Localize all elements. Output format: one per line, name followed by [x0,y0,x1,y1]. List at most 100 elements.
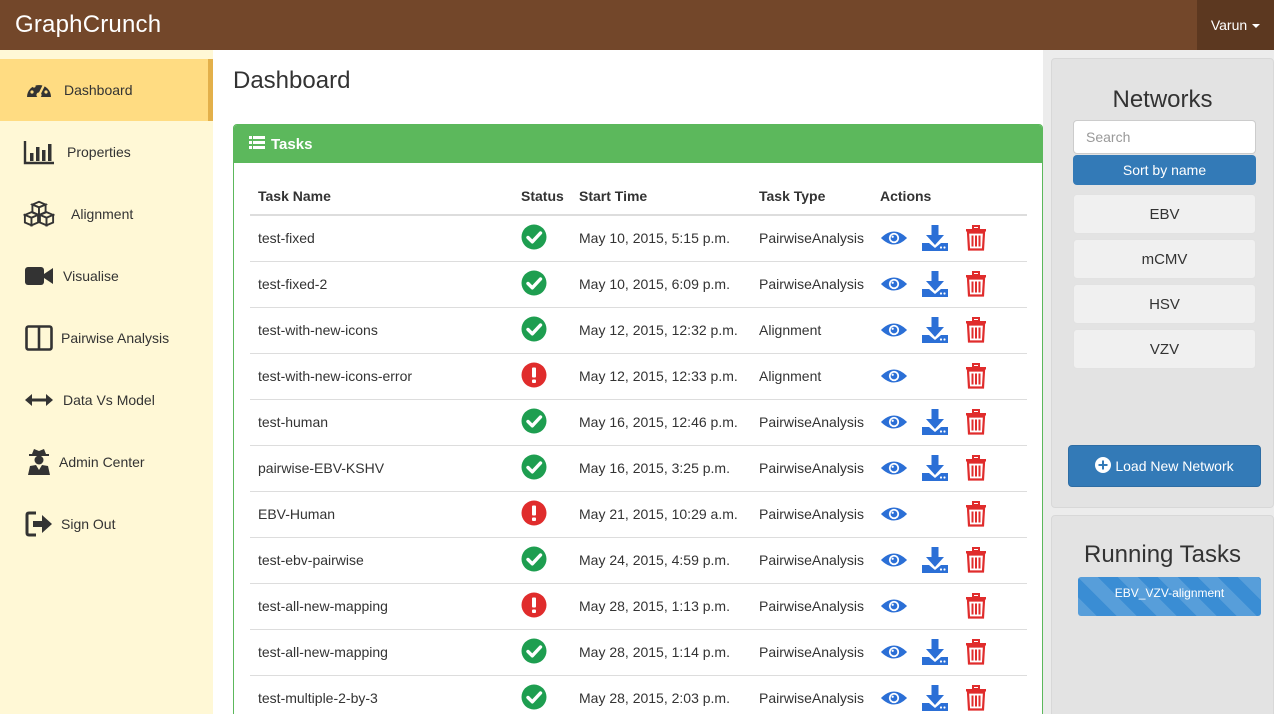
sidebar-item-data-vs-model[interactable]: Data Vs Model [0,369,213,431]
download-icon[interactable] [921,224,949,252]
column-header: Actions [872,177,1027,216]
task-status [513,445,571,492]
view-eye-icon[interactable] [880,546,908,574]
view-eye-icon[interactable] [880,316,908,344]
download-icon[interactable] [921,454,949,482]
sidebar-item-properties[interactable]: Properties [0,121,213,183]
task-type: PairwiseAnalysis [751,675,872,714]
list-icon [249,135,265,153]
sidebar-item-admin-center[interactable]: Admin Center [0,431,213,493]
task-start-time: May 10, 2015, 6:09 p.m. [571,261,751,308]
task-type: PairwiseAnalysis [751,445,872,492]
network-item[interactable]: EBV [1073,194,1256,234]
network-item[interactable]: mCMV [1073,239,1256,279]
column-header[interactable]: Status [513,177,571,216]
network-item[interactable]: VZV [1073,329,1256,369]
table-row: test-fixed-2 May 10, 2015, 6:09 p.m. Pairw… [250,261,1027,308]
sidebar-item-alignment[interactable]: Alignment [0,183,213,245]
plus-circle-icon [1095,456,1112,476]
view-eye-icon[interactable] [880,638,908,666]
download-icon[interactable] [921,638,949,666]
view-eye-icon[interactable] [880,224,908,252]
sidebar-item-label: Visualise [63,268,119,284]
download-icon[interactable] [921,408,949,436]
sidebar-item-label: Pairwise Analysis [61,330,170,346]
task-type: Alignment [751,353,872,400]
column-header[interactable]: Task Type [751,177,872,216]
table-header-row: Task Name Status Start Time Task Type Ac… [250,177,1027,216]
exclamation-circle-icon [521,362,547,388]
column-header[interactable]: Start Time [571,177,751,216]
delete-trash-icon[interactable] [962,316,990,344]
sidebar-item-pairwise-analysis[interactable]: Pairwise Analysis [0,307,213,369]
network-item[interactable]: HSV [1073,284,1256,324]
task-start-time: May 12, 2015, 12:33 p.m. [571,353,751,400]
task-name: test-with-new-icons [250,307,513,354]
exclamation-circle-icon [521,592,547,618]
delete-trash-icon[interactable] [962,684,990,712]
task-start-time: May 16, 2015, 12:46 p.m. [571,399,751,446]
column-header[interactable]: Task Name [250,177,513,216]
panel-title: Tasks [271,135,313,153]
view-eye-icon[interactable] [880,500,908,528]
sidebar: Dashboard Properties Alignment Visualise… [0,50,213,714]
arrows-horizontal-icon [23,384,55,416]
view-eye-icon[interactable] [880,684,908,712]
view-eye-icon[interactable] [880,362,908,390]
task-type: PairwiseAnalysis [751,215,872,262]
sidebar-item-label: Properties [67,144,131,160]
task-status [513,583,571,630]
task-type: PairwiseAnalysis [751,629,872,676]
brand-logo[interactable]: GraphCrunch [15,11,161,39]
sidebar-item-visualise[interactable]: Visualise [0,245,213,307]
delete-trash-icon[interactable] [962,546,990,574]
video-camera-icon [23,260,55,292]
check-circle-icon [521,454,547,480]
view-eye-icon[interactable] [880,270,908,298]
user-menu[interactable]: Varun [1197,0,1274,50]
sidebar-item-dashboard[interactable]: Dashboard [0,59,213,121]
columns-icon [23,322,55,354]
delete-trash-icon[interactable] [962,224,990,252]
check-circle-icon [521,224,547,250]
task-status [513,261,571,308]
task-name: test-all-new-mapping [250,629,513,676]
task-actions [872,445,1027,492]
running-task-label: EBV_VZV-alignment [1114,586,1225,600]
task-status [513,491,571,538]
task-actions [872,353,1027,400]
download-icon[interactable] [921,546,949,574]
delete-trash-icon[interactable] [962,362,990,390]
sidebar-item-sign-out[interactable]: Sign Out [0,493,213,555]
task-actions [872,261,1027,308]
task-status [513,353,571,400]
delete-trash-icon[interactable] [962,270,990,298]
sort-by-name-button[interactable]: Sort by name [1073,155,1256,185]
table-row: test-multiple-2-by-3 May 28, 2015, 2:03 p… [250,675,1027,714]
delete-trash-icon[interactable] [962,408,990,436]
view-eye-icon[interactable] [880,592,908,620]
load-new-network-button[interactable]: Load New Network [1068,445,1261,487]
sidebar-item-label: Sign Out [61,516,116,532]
delete-trash-icon[interactable] [962,500,990,528]
download-icon[interactable] [921,316,949,344]
delete-trash-icon[interactable] [962,592,990,620]
view-eye-icon[interactable] [880,454,908,482]
download-icon[interactable] [921,270,949,298]
check-circle-icon [521,270,547,296]
task-actions [872,537,1027,584]
table-row: test-with-new-icons May 12, 2015, 12:32 p… [250,307,1027,354]
task-name: test-all-new-mapping [250,583,513,630]
table-row: test-all-new-mapping May 28, 2015, 1:13 p… [250,583,1027,630]
task-start-time: May 21, 2015, 10:29 a.m. [571,491,751,538]
user-name: Varun [1210,17,1248,33]
task-name: pairwise-EBV-KSHV [250,445,513,492]
download-icon[interactable] [921,684,949,712]
task-status [513,399,571,446]
delete-trash-icon[interactable] [962,638,990,666]
table-row: EBV-Human May 21, 2015, 10:29 a.m. Pairwis… [250,491,1027,538]
view-eye-icon[interactable] [880,408,908,436]
delete-trash-icon[interactable] [962,454,990,482]
network-search-input[interactable] [1073,120,1256,154]
task-name: test-fixed-2 [250,261,513,308]
